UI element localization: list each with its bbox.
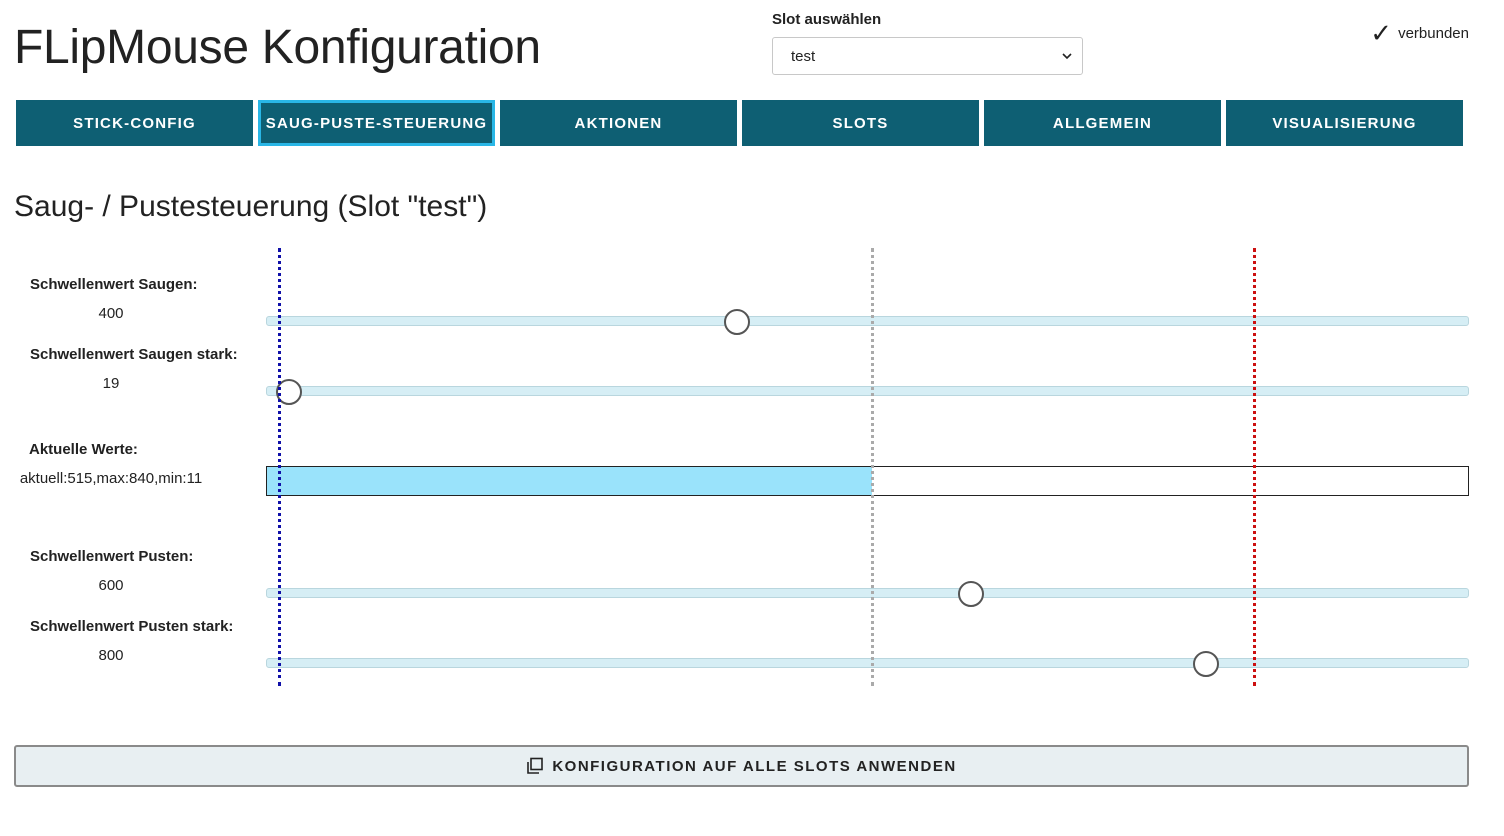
apply-to-all-slots-button[interactable]: KONFIGURATION AUF ALLE SLOTS ANWENDEN [14,745,1469,787]
min-value-marker [277,248,281,686]
strong-sip-threshold-slider[interactable] [266,379,1469,405]
tab-allgemein[interactable]: ALLGEMEIN [984,100,1221,146]
sip-threshold-value: 400 [98,305,124,322]
max-value-marker [1252,248,1256,686]
puff-threshold-slider[interactable] [266,581,1469,607]
current-pressure-fill [267,467,872,495]
puff-threshold-value: 600 [98,577,124,594]
check-icon: ✓ [1370,18,1393,48]
slot-select-label: Slot auswählen [772,11,882,28]
current-values-text: aktuell:515,max:840,min:11 [19,470,203,487]
sip-threshold-label: Schwellenwert Saugen: [30,276,198,293]
tab-visualisierung[interactable]: VISUALISIERUNG [1226,100,1463,146]
slider-thumb[interactable] [958,581,985,607]
copy-icon [527,757,544,774]
connection-status-text: verbunden [1398,24,1469,42]
slider-thumb[interactable] [1193,651,1220,677]
strong-sip-threshold-label: Schwellenwert Saugen stark: [30,346,238,363]
strong-puff-threshold-slider[interactable] [266,651,1469,677]
slider-thumb[interactable] [723,309,750,335]
slot-select[interactable]: test [772,37,1083,75]
tab-saug-puste-steuerung[interactable]: SAUG-PUSTE-STEUERUNG [258,100,495,146]
current-values-label: Aktuelle Werte: [29,441,138,458]
tab-aktionen[interactable]: AKTIONEN [500,100,737,146]
puff-threshold-label: Schwellenwert Pusten: [30,548,194,565]
strong-sip-threshold-value: 19 [102,375,120,392]
sip-threshold-slider[interactable] [266,309,1469,335]
app-title: FLipMouse Konfiguration [14,21,541,74]
tab-slots[interactable]: SLOTS [742,100,979,146]
tab-bar: STICK-CONFIG SAUG-PUSTE-STEUERUNG AKTION… [16,100,1463,146]
current-value-marker [870,248,874,686]
connection-status: ✓ verbunden [1370,20,1469,46]
chevron-down-icon [1062,53,1072,60]
section-title: Saug- / Pustesteuerung (Slot "test") [14,190,488,223]
strong-puff-threshold-value: 800 [98,647,124,664]
current-pressure-bar [266,466,1469,496]
slot-select-value: test [791,47,816,65]
tab-stick-config[interactable]: STICK-CONFIG [16,100,253,146]
slot-select-group: Slot auswählen test [772,11,1083,75]
strong-puff-threshold-label: Schwellenwert Pusten stark: [30,618,234,635]
apply-to-all-slots-label: KONFIGURATION AUF ALLE SLOTS ANWENDEN [552,757,957,775]
